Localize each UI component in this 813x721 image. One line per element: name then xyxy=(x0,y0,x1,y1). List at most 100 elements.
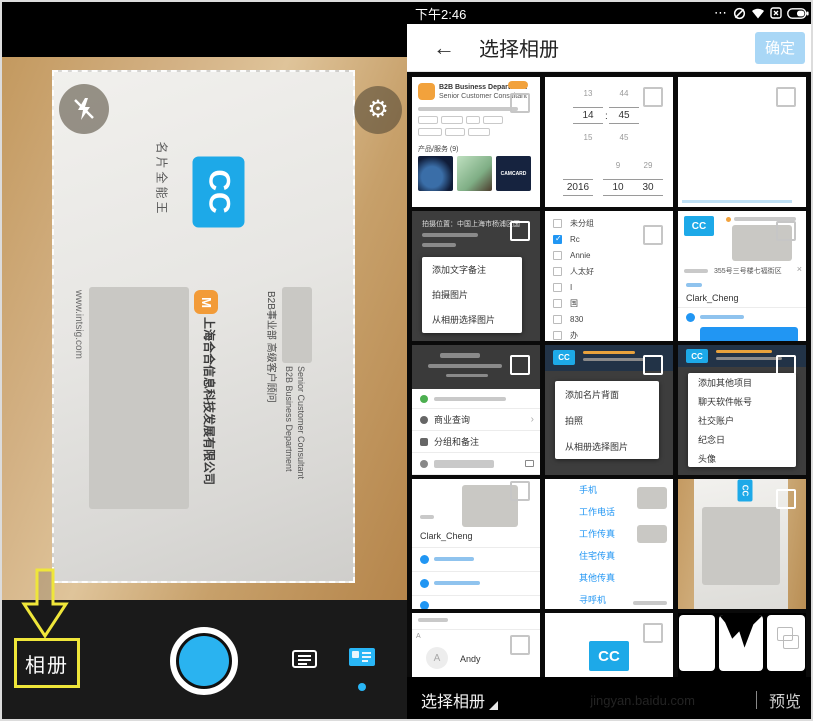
blur-bar xyxy=(422,233,478,237)
album-button-label: 相册 xyxy=(25,649,69,678)
thumb-card-back-popup[interactable]: CC 添加名片背面 拍照 从相册选择图片 xyxy=(545,345,673,475)
company-dot xyxy=(726,217,731,222)
batch-capture-mode-button[interactable] xyxy=(292,650,317,668)
menu-item: 添加名片背面 xyxy=(555,381,659,407)
thumb-group-list[interactable]: 未分组 Rc Annie 人太好 I 国 830 办 xyxy=(545,211,673,341)
thumb-bw-scans[interactable] xyxy=(678,613,806,677)
group-label: Annie xyxy=(570,251,590,260)
camcard-logo: CC xyxy=(589,641,629,671)
thumb-checkbox[interactable] xyxy=(510,481,530,501)
thumb-contacts-list[interactable]: A A Andy xyxy=(412,613,540,677)
blur-bar xyxy=(418,107,518,111)
context-menu: 添加文字备注 拍摄图片 从相册选择图片 xyxy=(422,257,522,333)
card-title-en1: Senior Customer Consultant xyxy=(295,366,307,502)
blur-bar xyxy=(716,357,782,360)
card-title-en2: B2B Business Department xyxy=(283,366,295,502)
card-company-text: 上海合合信息科技发展有限公司 xyxy=(196,317,218,501)
group-label: 办 xyxy=(570,330,578,341)
group-label: 国 xyxy=(570,298,578,309)
back-button[interactable]: ← xyxy=(433,35,455,61)
company-bar xyxy=(716,350,772,353)
context-menu: 添加其他项目 聊天软件帐号 社交账户 纪念日 头像 xyxy=(688,373,796,467)
flash-off-button[interactable] xyxy=(59,84,109,134)
phone-type: 工作传真 xyxy=(579,527,615,540)
status-time: 下午2:46 xyxy=(415,4,466,23)
thumb-contact-edit[interactable]: Clark_Cheng xyxy=(412,479,540,609)
thumb-checkbox[interactable] xyxy=(776,355,796,375)
blur-bar xyxy=(446,374,488,377)
blur-bar xyxy=(418,618,448,622)
primary-button xyxy=(700,327,798,341)
phone-type: 工作电话 xyxy=(579,505,615,518)
thumb-checkbox[interactable] xyxy=(510,93,530,113)
thumb-blank-page[interactable] xyxy=(678,77,806,207)
camcard-logo-small: CC xyxy=(553,350,575,365)
blur-bar xyxy=(583,358,645,361)
contact-name: Andy xyxy=(460,654,481,664)
album-selector-dropdown[interactable]: 选择相册 xyxy=(421,688,498,712)
menu-item: 从相册选择图片 xyxy=(555,433,659,459)
album-button[interactable]: 相册 xyxy=(14,638,80,688)
redacted-blur xyxy=(702,507,780,585)
picker-value: 13 xyxy=(573,89,603,98)
thumb-checkbox[interactable] xyxy=(776,489,796,509)
settings-button[interactable]: ⚙ xyxy=(354,86,402,134)
watermark-text: jingyan.baidu.com xyxy=(590,693,695,708)
picker-value: 15 xyxy=(573,133,603,142)
thumb-card-photo[interactable]: CC xyxy=(678,479,806,609)
thumb-checkbox[interactable] xyxy=(510,221,530,241)
picker-value: 45 xyxy=(609,133,639,142)
divider xyxy=(678,307,806,308)
thumb-checkbox[interactable] xyxy=(510,355,530,375)
blur-bar xyxy=(434,397,506,401)
profile-tags-row2 xyxy=(418,128,490,136)
item-checkbox xyxy=(553,331,562,340)
card-mode-icon-block xyxy=(352,651,359,658)
thumb-datetime-picker[interactable]: 13 44 14 : 45 15 45 9 29 2016 10 30 xyxy=(545,77,673,207)
thumb-checkbox[interactable] xyxy=(776,221,796,241)
thumb-contact-card[interactable]: CC 355号三号楼七福街区 × Clark_Cheng xyxy=(678,211,806,341)
confirm-button[interactable]: 确定 xyxy=(755,32,805,64)
tag-chip xyxy=(468,128,490,136)
thumb-other-items-popup[interactable]: CC 添加其他项目 聊天软件帐号 社交账户 纪念日 头像 xyxy=(678,345,806,475)
menu-item: 纪念日 xyxy=(688,430,796,449)
thumb-app-profile[interactable]: B2B Business Department Senior Customer … xyxy=(412,77,540,207)
picker-value-selected: 10 xyxy=(603,179,633,196)
camcard-logo-small: CC xyxy=(684,216,714,236)
batch-icon-line xyxy=(298,663,307,665)
thumb-checkbox[interactable] xyxy=(643,623,663,643)
blur-bar xyxy=(428,364,502,368)
divider xyxy=(412,547,540,548)
picker-colon: : xyxy=(605,111,608,122)
phone-type: 手机 xyxy=(579,483,615,496)
thumb-checkbox[interactable] xyxy=(776,87,796,107)
redacted-blur xyxy=(637,525,667,543)
close-icon: × xyxy=(797,264,802,274)
thumb-phone-type-list[interactable]: 手机 工作电话 工作传真 住宅传真 其他传真 寻呼机 其他 xyxy=(545,479,673,609)
thumb-checkbox[interactable] xyxy=(510,635,530,655)
thumb-checkbox[interactable] xyxy=(643,225,663,245)
phone-type: 住宅传真 xyxy=(579,549,615,562)
row-label: 商业查询 xyxy=(434,413,470,426)
phone-type: 其他传真 xyxy=(579,571,615,584)
item-checkbox xyxy=(553,219,562,228)
preview-button[interactable]: 预览 xyxy=(769,688,801,712)
blur-bar xyxy=(422,243,456,247)
product-thumb-camcard: CAMCARD xyxy=(496,156,531,191)
divider xyxy=(756,691,757,709)
shutter-button[interactable] xyxy=(170,627,238,695)
thumb-photo-note-popup[interactable]: 拍摄位置：中国上海市杨浦区国 添加文字备注 拍摄图片 从相册选择图片 xyxy=(412,211,540,341)
item-checkbox xyxy=(553,283,562,292)
card-title-cn: B2B事业部 高级客户顾问 xyxy=(264,291,280,459)
single-card-mode-button[interactable] xyxy=(349,648,375,666)
photo-grid: B2B Business Department Senior Customer … xyxy=(407,72,813,677)
camcard-logo-small: CC xyxy=(686,349,708,363)
profile-badge xyxy=(508,81,528,89)
sim-x-icon xyxy=(770,7,782,19)
products-section-label: 产品/服务 (9) xyxy=(418,144,458,154)
address-text: 355号三号楼七福街区 xyxy=(714,266,782,276)
thumb-checkbox[interactable] xyxy=(643,355,663,375)
thumb-cc-splash[interactable]: CC xyxy=(545,613,673,677)
thumb-checkbox[interactable] xyxy=(643,87,663,107)
thumb-contact-detail[interactable]: 商业查询 › 分组和备注 xyxy=(412,345,540,475)
